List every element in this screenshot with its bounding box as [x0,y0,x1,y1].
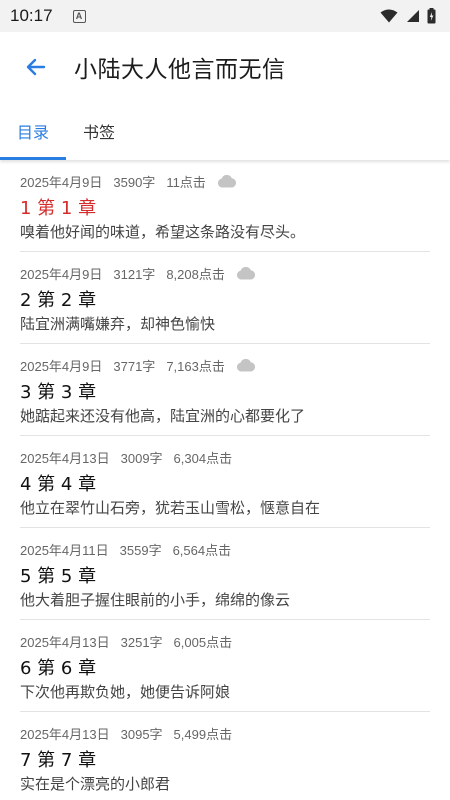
signal-icon [407,10,419,22]
back-button[interactable] [16,47,56,87]
chapter-word-count: 3771字 [113,359,156,374]
notification-a-icon: A [72,9,86,23]
wifi-icon [380,9,398,23]
chapter-item[interactable]: 2025年4月9日 3590字 11点击 1 第 1 章 嗅着他好闻的味道，希望… [20,160,430,252]
chapter-title: 4 第 4 章 [20,474,97,495]
chapter-title: 6 第 6 章 [20,658,97,679]
cloud-icon [236,267,255,280]
chapter-item[interactable]: 2025年4月9日 3771字 7,163点击 3 第 3 章 她踮起来还没有他… [20,344,430,436]
chapter-summary: 她踮起来还没有他高，陆宜洲的心都要化了 [20,407,306,425]
chapter-date: 2025年4月13日 [20,451,110,466]
chapter-click-count: 11点击 [166,175,206,190]
chapter-word-count: 3009字 [120,451,163,466]
tab-bar: 目录 书签 [0,102,450,160]
chapter-meta: 2025年4月9日 3590字 11点击 [20,172,237,191]
chapter-word-count: 3121字 [113,267,156,282]
chapter-date: 2025年4月13日 [20,635,110,650]
cloud-icon [236,359,255,372]
chapter-click-count: 5,499点击 [173,727,233,742]
chapter-item[interactable]: 2025年4月13日 3095字 5,499点击 7 第 7 章 实在是个漂亮的… [20,712,430,800]
chapter-title: 3 第 3 章 [20,382,97,403]
tab-catalog[interactable]: 目录 [0,102,66,160]
chapter-word-count: 3251字 [120,635,163,650]
page-title: 小陆大人他言而无信 [74,57,286,83]
arrow-left-icon [26,58,46,76]
chapter-title: 2 第 2 章 [20,290,97,311]
chapter-summary: 实在是个漂亮的小郎君 [20,775,171,793]
chapter-meta: 2025年4月13日 3251字 6,005点击 [20,632,243,651]
chapter-list: 2025年4月9日 3590字 11点击 1 第 1 章 嗅着他好闻的味道，希望… [0,160,450,800]
chapter-item[interactable]: 2025年4月13日 3251字 6,005点击 6 第 6 章 下次他再欺负她… [20,620,430,712]
chapter-date: 2025年4月9日 [20,175,103,190]
chapter-summary: 嗅着他好闻的味道，希望这条路没有尽头。 [20,223,306,241]
chapter-meta: 2025年4月11日 3559字 6,564点击 [20,540,242,559]
chapter-meta: 2025年4月9日 3121字 8,208点击 [20,264,256,283]
status-icons [380,8,436,24]
chapter-summary: 陆宜洲满嘴嫌弃，却神色愉快 [20,315,216,333]
tab-bookmarks[interactable]: 书签 [66,102,132,160]
chapter-meta: 2025年4月13日 3009字 6,304点击 [20,448,243,467]
chapter-date: 2025年4月11日 [20,543,109,558]
chapter-title: 1 第 1 章 [20,198,97,219]
chapter-summary: 下次他再欺负她，她便告诉阿娘 [20,683,231,701]
chapter-meta: 2025年4月9日 3771字 7,163点击 [20,356,256,375]
chapter-item[interactable]: 2025年4月13日 3009字 6,304点击 4 第 4 章 他立在翠竹山石… [20,436,430,528]
chapter-summary: 他立在翠竹山石旁，犹若玉山雪松，惬意自在 [20,499,321,517]
chapter-date: 2025年4月13日 [20,727,110,742]
chapter-word-count: 3095字 [120,727,163,742]
chapter-summary: 他大着胆子握住眼前的小手，绵绵的像云 [20,591,291,609]
chapter-click-count: 6,005点击 [173,635,233,650]
chapter-date: 2025年4月9日 [20,267,103,282]
chapter-item[interactable]: 2025年4月9日 3121字 8,208点击 2 第 2 章 陆宜洲满嘴嫌弃，… [20,252,430,344]
chapter-meta: 2025年4月13日 3095字 5,499点击 [20,724,243,743]
chapter-item[interactable]: 2025年4月11日 3559字 6,564点击 5 第 5 章 他大着胆子握住… [20,528,430,620]
app-bar: 小陆大人他言而无信 [0,32,450,102]
chapter-click-count: 6,564点击 [172,543,232,558]
chapter-title: 7 第 7 章 [20,750,97,771]
status-bar: 10:17 A [0,0,450,32]
active-tab-indicator [0,157,66,160]
battery-icon [427,8,436,24]
chapter-click-count: 6,304点击 [173,451,233,466]
chapter-date: 2025年4月9日 [20,359,103,374]
chapter-title: 5 第 5 章 [20,566,97,587]
status-time: 10:17 [10,6,53,25]
chapter-click-count: 7,163点击 [166,359,225,374]
chapter-click-count: 8,208点击 [166,267,225,282]
chapter-word-count: 3559字 [119,543,162,558]
cloud-icon [217,175,236,188]
chapter-word-count: 3590字 [113,175,156,190]
